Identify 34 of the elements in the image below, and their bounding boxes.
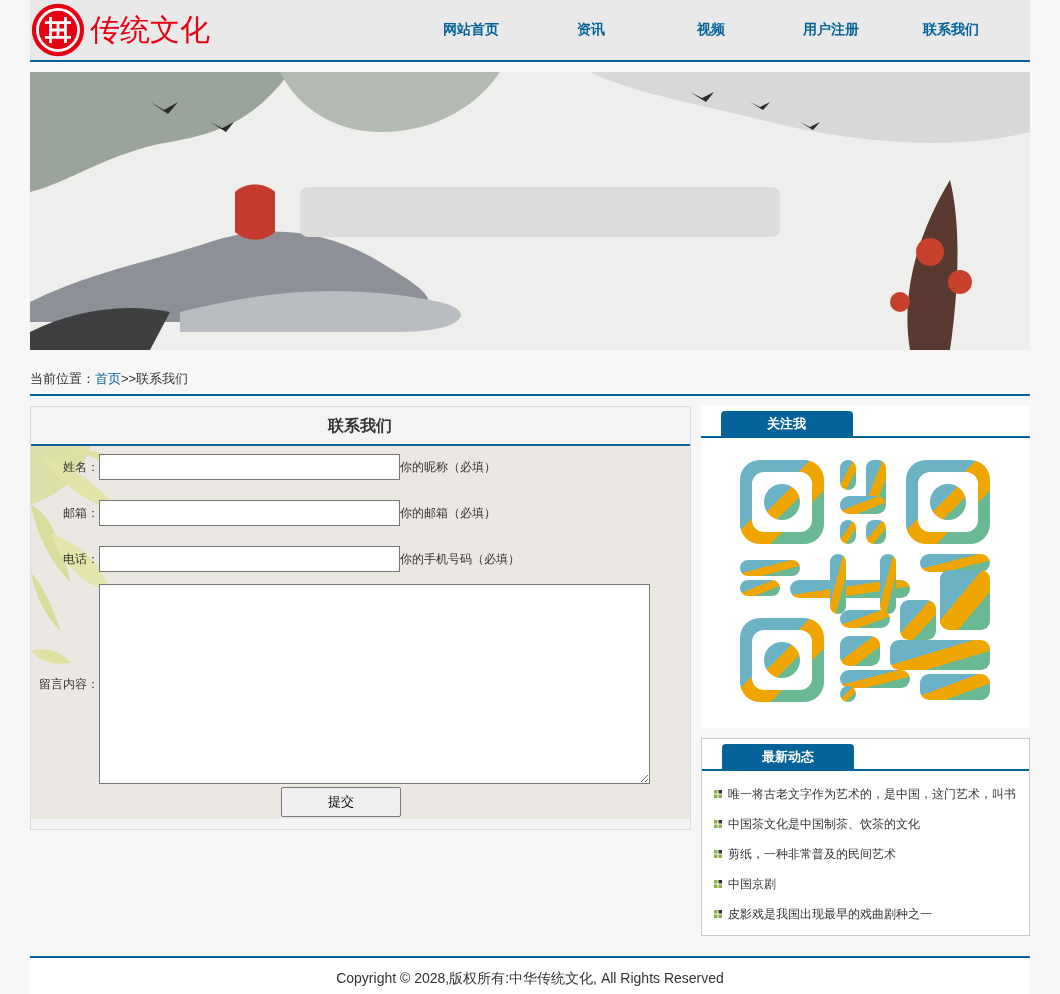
bullet-icon [713, 820, 722, 828]
news-link[interactable]: 中国京剧 [727, 875, 776, 893]
bullet-icon [713, 790, 722, 798]
nav-link[interactable]: 资讯 [531, 21, 651, 39]
input-field[interactable] [99, 546, 400, 572]
field-label: 留言内容： [38, 675, 99, 693]
nav-link[interactable]: 用户注册 [771, 21, 891, 39]
logo-text[interactable]: 传统文化 [90, 9, 210, 51]
breadcrumb-label: 当前位置： [30, 371, 95, 386]
input-field[interactable] [99, 454, 400, 480]
news-link[interactable]: 剪纸，一种非常普及的民间艺术 [727, 845, 896, 863]
news-link[interactable]: 中国茶文化是中国制茶、饮茶的文化 [727, 815, 920, 833]
qr-code-icon [739, 460, 992, 702]
field-label: 姓名： [62, 458, 99, 476]
field-hint: 你的邮箱（必填） [400, 504, 496, 522]
field-label: 电话： [62, 550, 99, 568]
nav-link[interactable]: 视频 [651, 21, 771, 39]
message-field[interactable] [99, 584, 650, 784]
nav-link[interactable]: 网站首页 [411, 21, 531, 39]
breadcrumb-current: >>联系我们 [121, 371, 189, 386]
input-field[interactable] [99, 500, 400, 526]
nav-link[interactable]: 联系我们 [891, 21, 1011, 39]
logo-icon [30, 2, 86, 58]
news-link[interactable]: 唯一将古老文字作为艺术的，是中国，这门艺术，叫书 [727, 785, 1016, 803]
bullet-icon [713, 850, 722, 858]
bullet-icon [713, 910, 722, 918]
field-label: 邮箱： [62, 504, 99, 522]
submit-button[interactable]: 提交 [281, 787, 402, 817]
field-hint: 你的昵称（必填） [400, 458, 496, 476]
bullet-icon [713, 880, 722, 888]
copyright-text: Copyright © 2028,版权所有:中华传统文化, All Rights Reserved [336, 970, 724, 986]
news-link[interactable]: 皮影戏是我国出现最早的戏曲剧种之一 [727, 905, 932, 923]
field-hint: 你的手机号码（必填） [400, 550, 520, 568]
breadcrumb-link[interactable]: 首页 [95, 371, 121, 386]
